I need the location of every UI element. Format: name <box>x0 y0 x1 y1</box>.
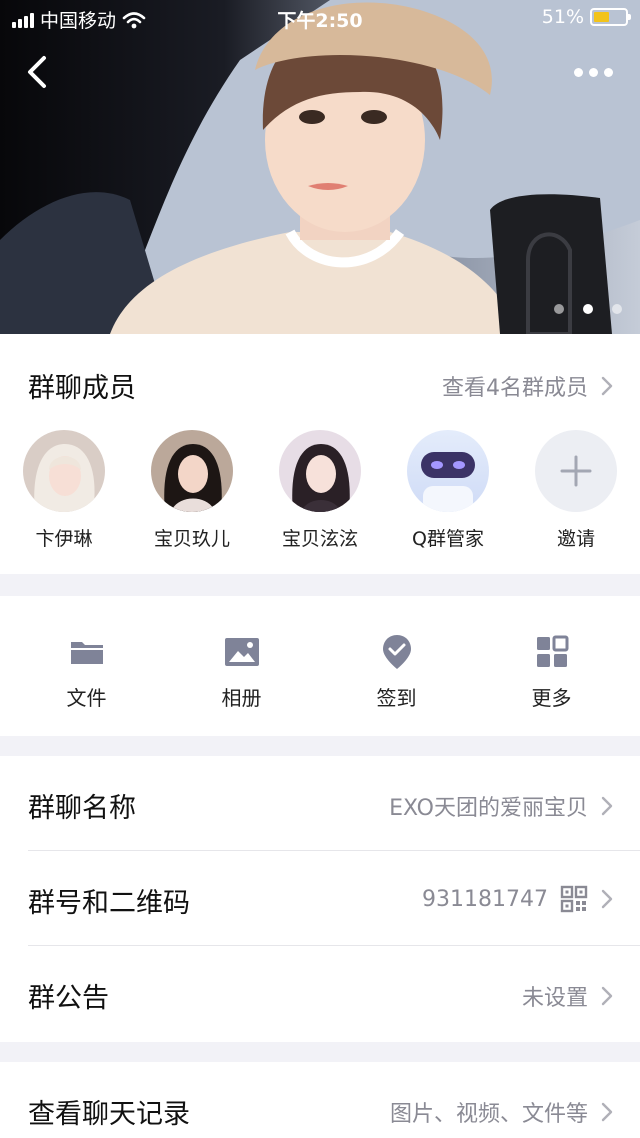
group-number-value: 931181747 <box>422 886 548 912</box>
tool-checkin[interactable]: 签到 <box>319 632 474 711</box>
tool-album[interactable]: 相册 <box>164 632 319 711</box>
qr-code-icon <box>560 885 588 913</box>
back-button[interactable] <box>20 50 60 94</box>
member-item[interactable]: 宝贝泫泫 <box>256 430 384 551</box>
announcement-value: 未设置 <box>521 986 588 1011</box>
tool-files[interactable]: 文件 <box>9 632 164 711</box>
chevron-right-icon <box>601 986 613 1006</box>
group-name-value: EXO天团的爱丽宝贝 <box>389 796 588 821</box>
cover-photo <box>0 0 640 334</box>
announcement-value-area: 未设置 <box>522 980 614 1012</box>
invite-member-button[interactable]: 邀请 <box>512 430 640 551</box>
battery-icon <box>590 8 631 26</box>
chevron-right-icon <box>601 796 613 816</box>
plus-icon <box>560 455 592 487</box>
group-number-value-area: 931181747 <box>422 885 614 913</box>
chevron-right-icon <box>601 1102 613 1122</box>
member-list: 卞伊琳 宝贝玖儿 宝贝泫泫 Q群管家 邀请 <box>0 430 640 551</box>
tool-label: 相册 <box>221 686 262 710</box>
announcement-label: 群公告 <box>28 983 109 1014</box>
members-section: 群聊成员 查看4名群成员 卞伊琳 宝贝玖儿 宝贝泫泫 Q群管家 邀请 <box>0 334 640 574</box>
tool-label: 签到 <box>376 686 417 710</box>
chat-history-value-area: 图片、视频、文件等 <box>390 1096 614 1128</box>
status-bar: 中国移动 下午2:50 51% <box>0 0 640 36</box>
group-name-label: 群聊名称 <box>28 793 136 824</box>
avatar <box>151 430 233 512</box>
avatar <box>23 430 105 512</box>
group-name-value-area: EXO天团的爱丽宝贝 <box>389 790 614 822</box>
group-tools-section: 文件 相册 签到 更多 <box>0 596 640 736</box>
chat-history-row[interactable]: 查看聊天记录 图片、视频、文件等 <box>0 1062 640 1138</box>
chat-history-label: 查看聊天记录 <box>28 1099 190 1130</box>
view-all-members-label: 查看4名群成员 <box>442 376 588 401</box>
avatar <box>279 430 361 512</box>
carousel-dot <box>612 304 622 314</box>
tool-label: 文件 <box>66 686 107 710</box>
member-item[interactable]: 宝贝玖儿 <box>128 430 256 551</box>
grid-icon <box>536 635 568 667</box>
chat-history-section: 查看聊天记录 图片、视频、文件等 <box>0 1062 640 1138</box>
carousel-dot <box>583 304 593 314</box>
chat-history-value: 图片、视频、文件等 <box>389 1102 588 1127</box>
member-name: 卞伊琳 <box>35 528 93 550</box>
chevron-right-icon <box>601 889 613 909</box>
dot-icon <box>604 67 613 77</box>
group-number-label: 群号和二维码 <box>28 888 190 919</box>
chevron-left-icon <box>28 56 46 88</box>
members-title: 群聊成员 <box>28 373 136 404</box>
battery-fill <box>594 12 610 22</box>
tool-more[interactable]: 更多 <box>474 632 629 711</box>
group-number-row[interactable]: 群号和二维码 931181747 <box>0 851 640 946</box>
carousel-indicator <box>554 304 622 314</box>
view-all-members-link[interactable]: 查看4名群成员 <box>442 370 614 402</box>
group-name-row[interactable]: 群聊名称 EXO天团的爱丽宝贝 <box>0 756 640 851</box>
invite-circle <box>535 430 617 512</box>
folder-icon <box>70 642 103 664</box>
member-item[interactable]: 卞伊琳 <box>0 430 128 551</box>
dot-icon <box>589 67 598 77</box>
announcement-row[interactable]: 群公告 未设置 <box>0 946 640 1041</box>
checkin-icon <box>382 635 411 669</box>
chevron-right-icon <box>601 376 613 396</box>
dot-icon <box>574 67 583 77</box>
status-right: 51% <box>541 6 631 28</box>
battery-percent: 51% <box>541 6 584 28</box>
carousel-dot <box>554 304 564 314</box>
member-name: 宝贝玖儿 <box>153 528 230 550</box>
tool-label: 更多 <box>531 686 572 710</box>
invite-label: 邀请 <box>556 528 595 550</box>
more-options-button[interactable] <box>574 62 618 82</box>
album-icon <box>224 638 259 666</box>
tools-row: 文件 相册 签到 更多 <box>0 632 640 711</box>
qq-bot-avatar <box>407 430 489 512</box>
member-item[interactable]: Q群管家 <box>384 430 512 551</box>
member-name: 宝贝泫泫 <box>281 528 358 550</box>
group-info-section: 群聊名称 EXO天团的爱丽宝贝 群号和二维码 931181747 群公告 未设置 <box>0 756 640 1042</box>
member-name: Q群管家 <box>412 528 484 550</box>
group-cover-banner[interactable]: 中国移动 下午2:50 51% <box>0 0 640 334</box>
